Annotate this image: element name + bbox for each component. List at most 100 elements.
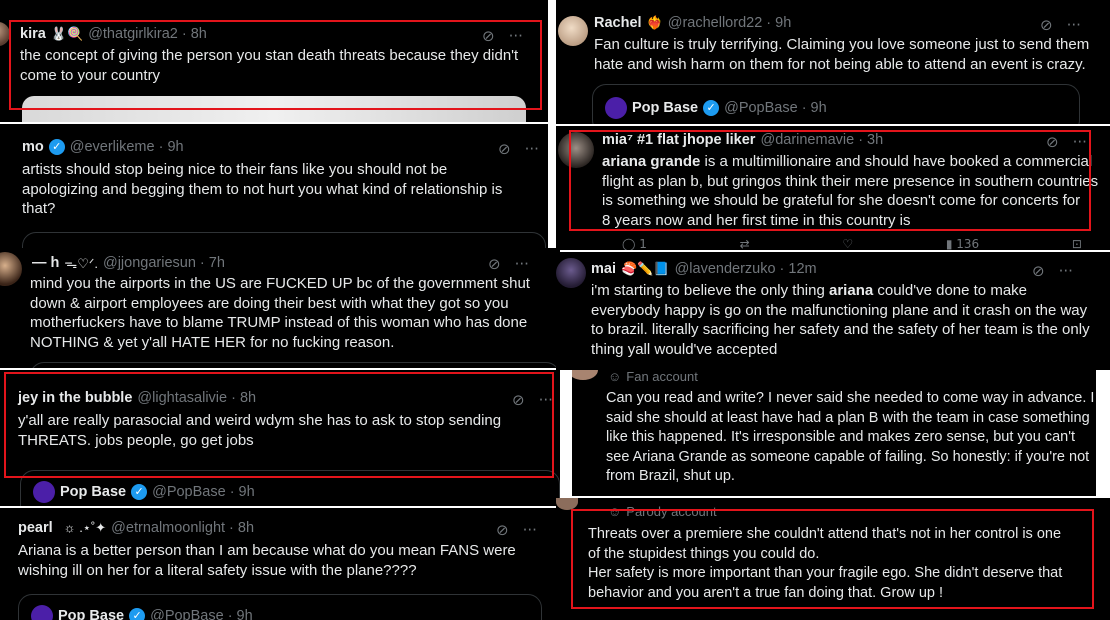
display-name[interactable]: mai	[591, 261, 616, 277]
reply-button[interactable]: ◯ 1	[622, 237, 647, 250]
more-icon[interactable]: ···	[509, 27, 523, 45]
tweet-text: y'all are really parasocial and weird wd…	[18, 412, 502, 449]
name-emoji: ❤‍🔥	[646, 15, 663, 30]
quote-display-name[interactable]: Pop Base	[632, 100, 698, 116]
avatar[interactable]	[31, 605, 53, 620]
avatar[interactable]	[0, 252, 22, 286]
tweet-text: Threats over a premiere she couldn't att…	[588, 526, 1063, 601]
more-icon[interactable]: ···	[515, 255, 529, 273]
avatar[interactable]	[556, 258, 586, 288]
handle[interactable]: @jjongariesun · 7h	[103, 255, 225, 271]
tweet-text: mind you the airports in the US are FUCK…	[30, 275, 530, 351]
avatar[interactable]	[558, 16, 588, 46]
grok-icon[interactable]: ⊘	[498, 140, 511, 158]
grok-icon[interactable]: ⊘	[496, 521, 509, 539]
avatar[interactable]	[558, 132, 594, 168]
account-label: Fan account	[626, 370, 698, 384]
quote-handle[interactable]: @PopBase · 9h	[152, 484, 255, 500]
views-icon: ▮	[945, 237, 953, 250]
name-decoration: ᯓ♡ᐟ.	[64, 256, 98, 271]
avatar[interactable]	[556, 498, 578, 510]
media-preview[interactable]	[22, 96, 526, 122]
verified-icon: ✓	[131, 484, 148, 500]
quote-handle[interactable]: @PopBase · 9h	[724, 100, 827, 116]
display-name[interactable]: mo	[22, 139, 44, 155]
avatar[interactable]	[605, 97, 627, 119]
quote-card[interactable]: Pop Base ✓ @PopBase · 9h	[20, 470, 560, 506]
repost-icon[interactable]: ⇄	[740, 237, 750, 250]
avatar[interactable]	[572, 370, 598, 380]
tweet-text: Can you read and write? I never said she…	[606, 390, 1095, 484]
more-icon[interactable]: ···	[1059, 262, 1073, 280]
more-icon[interactable]: ···	[523, 521, 537, 539]
grok-icon[interactable]: ⊘	[512, 391, 525, 409]
quote-card[interactable]: Pop Base ✓ @PopBase · 9h	[592, 84, 1080, 124]
display-name[interactable]: Rachel	[594, 15, 642, 31]
tweet-mo[interactable]: mo ✓ @everlikeme · 9h ⊘ ··· artists shou…	[0, 124, 548, 248]
display-name[interactable]: kira	[20, 26, 46, 42]
tweet-jey[interactable]: jey in the bubble @lightasalivie · 8h ⊘ …	[0, 370, 560, 506]
like-icon[interactable]: ♡	[842, 237, 853, 250]
more-icon[interactable]: ···	[525, 140, 539, 158]
fan-account-icon: ☺	[608, 370, 622, 384]
views-button[interactable]: ▮ 136	[946, 237, 979, 250]
quote-card[interactable]	[30, 362, 560, 368]
bookmark-icon[interactable]: ⊡	[1072, 237, 1082, 250]
tweet-mai[interactable]: mai 🍣✏️📘 @lavenderzuko · 12m ⊘ ··· i'm s…	[556, 252, 1110, 370]
display-name[interactable]: jey in the bubble	[18, 390, 132, 406]
grok-icon[interactable]: ⊘	[1046, 133, 1059, 151]
tweet-pearl[interactable]: pearl ☼ .⋆˚✦ @etrnalmoonlight · 8h ⊘ ···…	[0, 508, 560, 620]
more-icon[interactable]: ···	[1067, 16, 1081, 34]
name-emoji: 🍣✏️📘	[621, 261, 670, 276]
verified-icon: ✓	[703, 100, 720, 116]
grok-icon[interactable]: ⊘	[482, 27, 495, 45]
quote-display-name[interactable]: Pop Base	[60, 484, 126, 500]
tweet-fan-account[interactable]: ☺ Fan account Can you read and write? I …	[572, 370, 1096, 496]
avatar[interactable]	[0, 22, 10, 46]
tweet-kira[interactable]: kira 🐰🍭 @thatgirlkira2 · 8h ⊘ ··· the co…	[0, 0, 548, 122]
verified-icon: ✓	[48, 139, 65, 155]
more-icon[interactable]: ···	[1073, 133, 1087, 151]
tweet-text: Ariana is a better person than I am beca…	[18, 542, 516, 579]
handle[interactable]: @etrnalmoonlight · 8h	[111, 520, 254, 536]
grok-icon[interactable]: ⊘	[488, 255, 501, 273]
verified-icon: ✓	[129, 608, 146, 620]
tweet-text: i'm starting to believe the only thing a…	[591, 281, 1109, 359]
avatar[interactable]	[33, 481, 55, 503]
tweet-text: Fan culture is truly terrifying. Claimin…	[594, 36, 1090, 73]
mention-ariana: ariana	[829, 282, 874, 299]
reply-count: 1	[639, 237, 647, 250]
display-name[interactable]: mia⁷ #1 flat jhope liker	[602, 132, 755, 148]
action-bar: ◯ 1 ⇄ ♡ ▮ 136 ⊡	[622, 237, 1082, 250]
parody-account-icon: ☺	[608, 504, 622, 519]
tweet-h[interactable]: — h ᯓ♡ᐟ. @jjongariesun · 7h ⊘ ··· mind y…	[0, 248, 560, 368]
grok-icon[interactable]: ⊘	[1032, 262, 1045, 280]
handle[interactable]: @everlikeme · 9h	[70, 139, 184, 155]
name-decoration: ☼ .⋆˚✦	[63, 520, 107, 535]
quote-card[interactable]: Pop Base ✓ @PopBase · 9h	[18, 594, 542, 620]
handle[interactable]: @thatgirlkira2 · 8h	[88, 26, 207, 42]
display-name[interactable]: — h	[32, 255, 59, 271]
quote-handle[interactable]: @PopBase · 9h	[150, 608, 253, 620]
handle[interactable]: @rachellord22 · 9h	[668, 15, 792, 31]
tweet-text: the concept of giving the person you sta…	[20, 47, 519, 84]
display-name[interactable]: pearl	[18, 520, 53, 536]
handle[interactable]: @darinemavie · 3h	[760, 132, 883, 148]
mention-ariana-grande: ariana grande	[602, 153, 701, 170]
quote-card[interactable]	[22, 232, 546, 248]
tweet-text: artists should stop being nice to their …	[22, 161, 503, 217]
tweet-text-a: i'm starting to believe the only thing	[591, 282, 829, 299]
tweet-text: ariana grande is a multimillionaire and …	[602, 152, 1108, 230]
tweet-parody-account[interactable]: ☺ Parody account Threats over a premiere…	[556, 498, 1110, 620]
reply-icon: ◯	[622, 237, 636, 250]
quote-display-name[interactable]: Pop Base	[58, 608, 124, 620]
grok-icon[interactable]: ⊘	[1040, 16, 1053, 34]
tweet-mia[interactable]: mia⁷ #1 flat jhope liker @darinemavie · …	[556, 126, 1110, 250]
handle[interactable]: @lightasalivie · 8h	[137, 390, 256, 406]
handle[interactable]: @lavenderzuko · 12m	[675, 261, 817, 277]
views-count: 136	[956, 237, 980, 250]
name-emoji: 🐰🍭	[50, 26, 84, 41]
account-label: Parody account	[626, 504, 717, 519]
tweet-rachel[interactable]: Rachel ❤‍🔥 @rachellord22 · 9h ⊘ ··· Fan …	[556, 0, 1110, 124]
more-icon[interactable]: ···	[539, 391, 553, 409]
